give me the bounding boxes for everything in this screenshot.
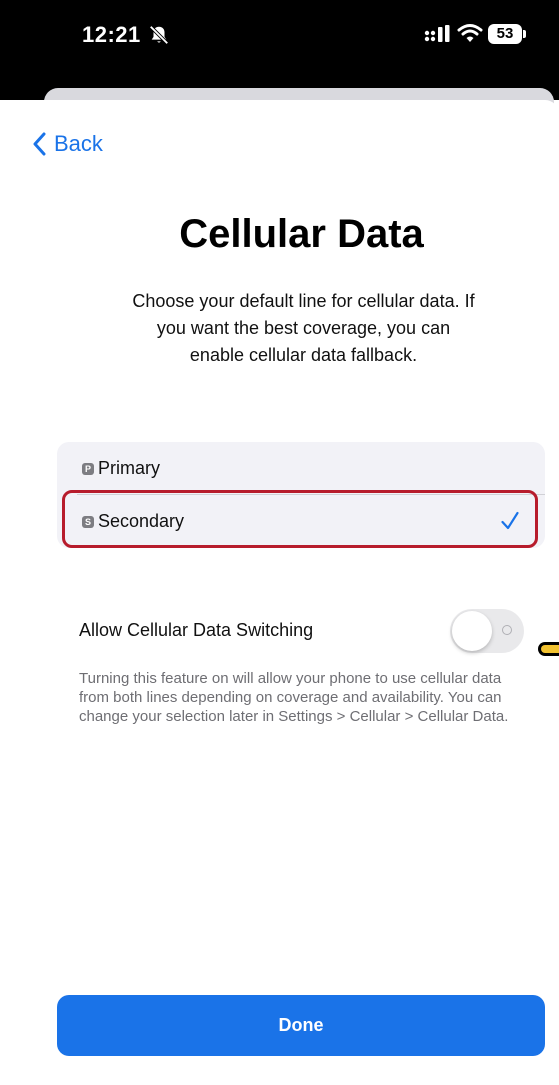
back-button[interactable]: Back (32, 128, 103, 160)
toggle-knob (452, 611, 492, 651)
bell-off-icon (149, 25, 169, 45)
data-switching-label: Allow Cellular Data Switching (79, 620, 314, 640)
signal-icon (424, 25, 450, 42)
wifi-icon (457, 24, 483, 42)
chevron-left-icon (33, 132, 46, 156)
edge-indicator-icon (538, 642, 559, 656)
line-option-secondary[interactable]: S Secondary (57, 495, 545, 548)
data-switching-toggle[interactable] (450, 609, 524, 653)
back-label: Back (54, 131, 103, 156)
sim-badge-primary: P (82, 462, 94, 475)
done-button[interactable]: Done (57, 995, 545, 1056)
battery-icon: 53 (488, 24, 522, 44)
line-label-secondary: Secondary (98, 511, 185, 531)
line-label-primary: Primary (98, 458, 160, 478)
line-list: P Primary S Secondary (57, 442, 545, 548)
data-switching-description: Turning this feature on will allow your … (79, 670, 509, 725)
checkmark-icon (501, 511, 519, 530)
line-option-primary[interactable]: P Primary (57, 442, 545, 495)
page-title: Cellular Data (179, 212, 424, 256)
sim-badge-secondary: S (82, 515, 94, 528)
status-bar: 12:21 53 (0, 0, 559, 100)
toggle-off-indicator-icon (502, 625, 512, 635)
page-subtitle: Choose your default line for cellular da… (132, 291, 475, 365)
battery-nub (523, 30, 526, 38)
status-time: 12:21 (82, 22, 141, 47)
